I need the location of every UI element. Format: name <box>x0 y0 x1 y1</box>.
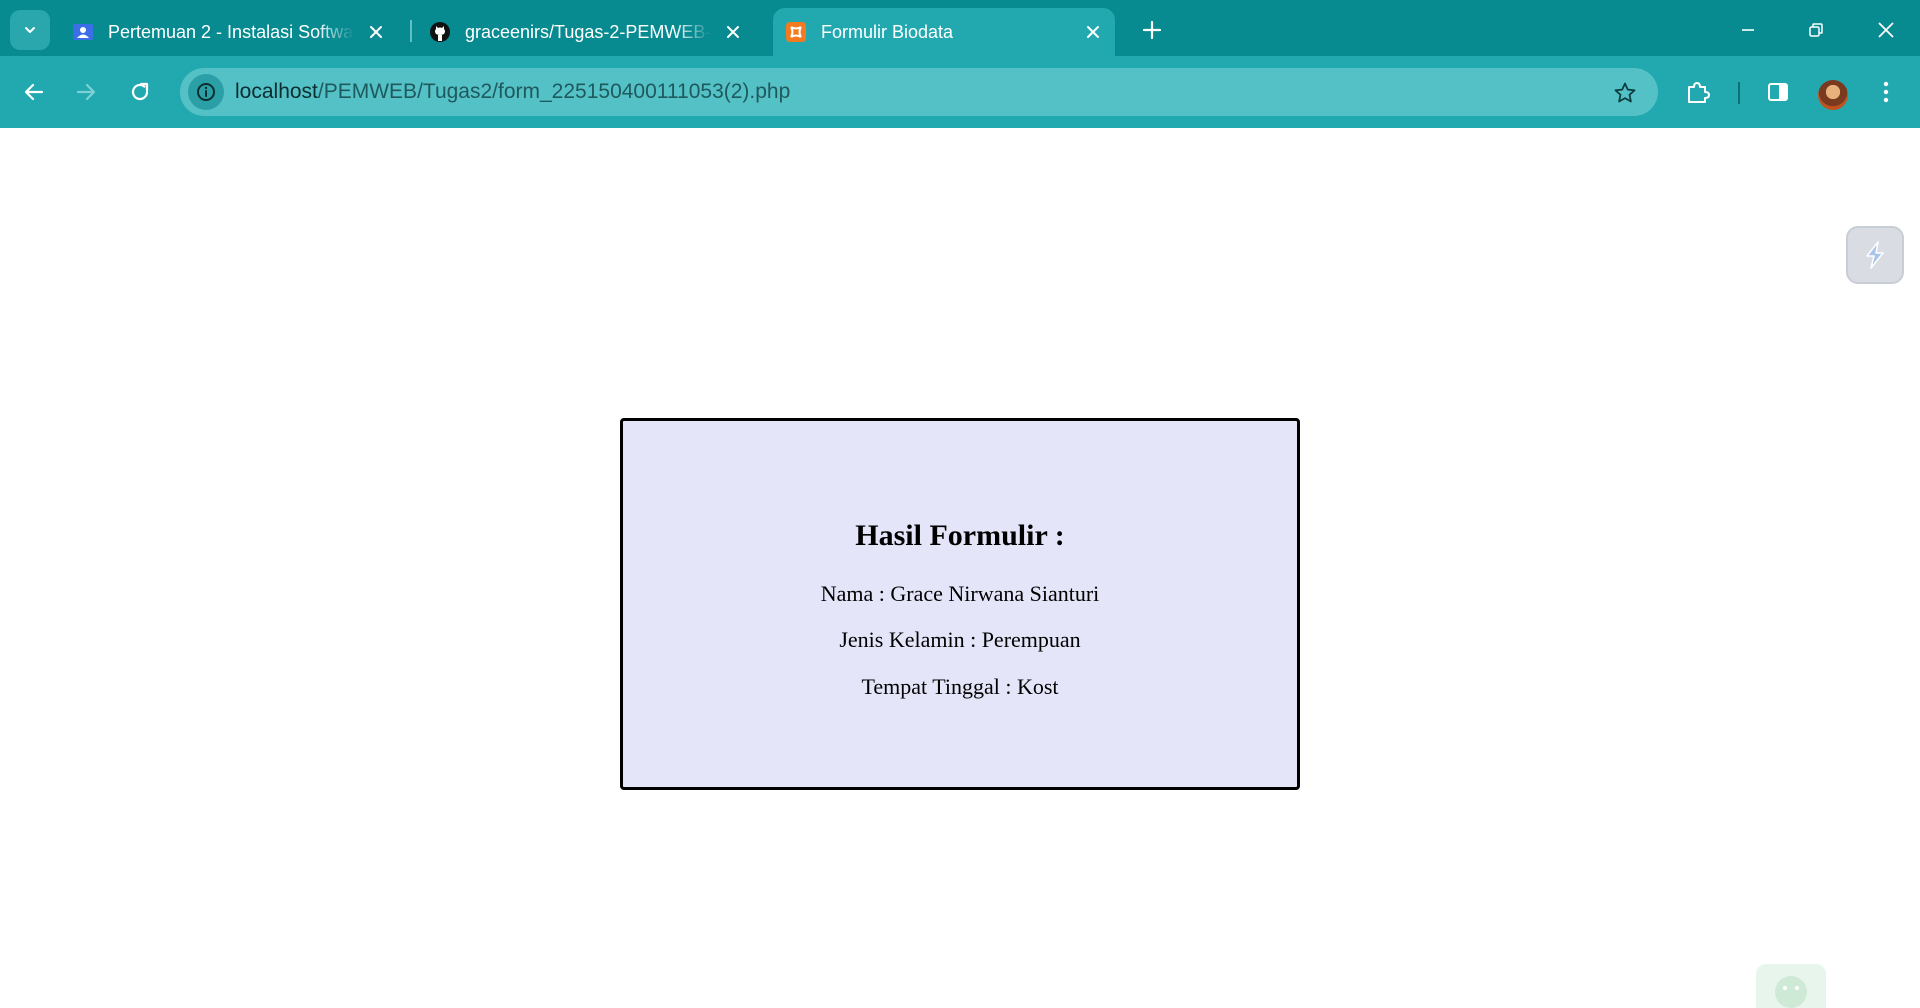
tab-strip: Pertemuan 2 - Instalasi Software graceen… <box>0 0 1920 56</box>
tab-github[interactable]: graceenirs/Tugas-2-PEMWEB-D <box>417 8 755 56</box>
result-line-jenis-kelamin: Jenis Kelamin : Perempuan <box>839 627 1081 652</box>
url-path: /PEMWEB/Tugas2/form_225150400111053(2).p… <box>317 80 791 103</box>
reload-button[interactable] <box>120 72 160 112</box>
tab-formulir-biodata[interactable]: Formulir Biodata <box>773 8 1115 56</box>
close-icon[interactable] <box>1081 20 1105 44</box>
tab-classroom[interactable]: Pertemuan 2 - Instalasi Software <box>60 8 398 56</box>
star-icon <box>1614 82 1636 103</box>
profile-avatar[interactable] <box>1818 80 1848 110</box>
minimize-button[interactable] <box>1728 10 1768 50</box>
url-host: localhost <box>235 80 318 103</box>
reload-icon <box>131 82 149 101</box>
page-content: Hasil Formulir : Nama : Grace Nirwana Si… <box>0 128 1920 1008</box>
github-icon <box>429 21 451 43</box>
browser-toolbar: localhost/PEMWEB/Tugas2/form_22515040011… <box>0 56 1920 128</box>
close-icon[interactable] <box>721 20 745 44</box>
menu-button[interactable] <box>1868 74 1904 110</box>
tab-title: Pertemuan 2 - Instalasi Software <box>108 21 354 42</box>
address-bar[interactable]: localhost/PEMWEB/Tugas2/form_22515040011… <box>180 68 1658 116</box>
toolbar-divider <box>1738 82 1740 104</box>
puzzle-icon <box>1688 82 1710 103</box>
minimize-icon <box>1742 29 1754 31</box>
tab-separator <box>410 20 412 42</box>
corner-widget[interactable] <box>1756 964 1826 1008</box>
url-text[interactable]: localhost/PEMWEB/Tugas2/form_22515040011… <box>235 80 790 104</box>
back-arrow-icon <box>24 83 44 101</box>
result-line-tempat-tinggal: Tempat Tinggal : Kost <box>861 674 1059 699</box>
tab-title: graceenirs/Tugas-2-PEMWEB-D <box>465 21 711 42</box>
forward-arrow-icon <box>76 83 96 101</box>
restore-button[interactable] <box>1796 10 1836 50</box>
result-line-nama: Nama : Grace Nirwana Sianturi <box>820 581 1100 606</box>
browser-window: Pertemuan 2 - Instalasi Software graceen… <box>0 0 1920 1008</box>
plus-icon <box>1142 20 1162 40</box>
new-tab-button[interactable] <box>1136 14 1168 46</box>
tab-title: Formulir Biodata <box>821 21 954 42</box>
tab-search-button[interactable] <box>10 10 50 50</box>
result-title: Hasil Formulir : <box>855 519 1065 552</box>
chevron-down-icon <box>25 27 35 33</box>
forward-button[interactable] <box>66 72 106 112</box>
close-icon[interactable] <box>364 20 388 44</box>
mascot-icon <box>1775 976 1807 1008</box>
xampp-icon <box>785 21 807 43</box>
site-info-button[interactable] <box>188 74 224 110</box>
back-button[interactable] <box>14 72 54 112</box>
result-box: Hasil Formulir : Nama : Grace Nirwana Si… <box>620 418 1300 790</box>
close-window-button[interactable] <box>1866 10 1906 50</box>
close-icon <box>1878 22 1894 38</box>
bookmark-button[interactable] <box>1610 78 1640 108</box>
floating-extension-button[interactable] <box>1846 226 1904 284</box>
info-icon <box>197 83 215 101</box>
side-panel-icon <box>1768 83 1788 101</box>
lightning-icon <box>1866 241 1884 269</box>
extensions-button[interactable] <box>1680 74 1716 110</box>
classroom-icon <box>72 21 94 43</box>
restore-icon <box>1809 23 1823 37</box>
more-vertical-icon <box>1883 81 1889 103</box>
side-panel-button[interactable] <box>1760 74 1796 110</box>
